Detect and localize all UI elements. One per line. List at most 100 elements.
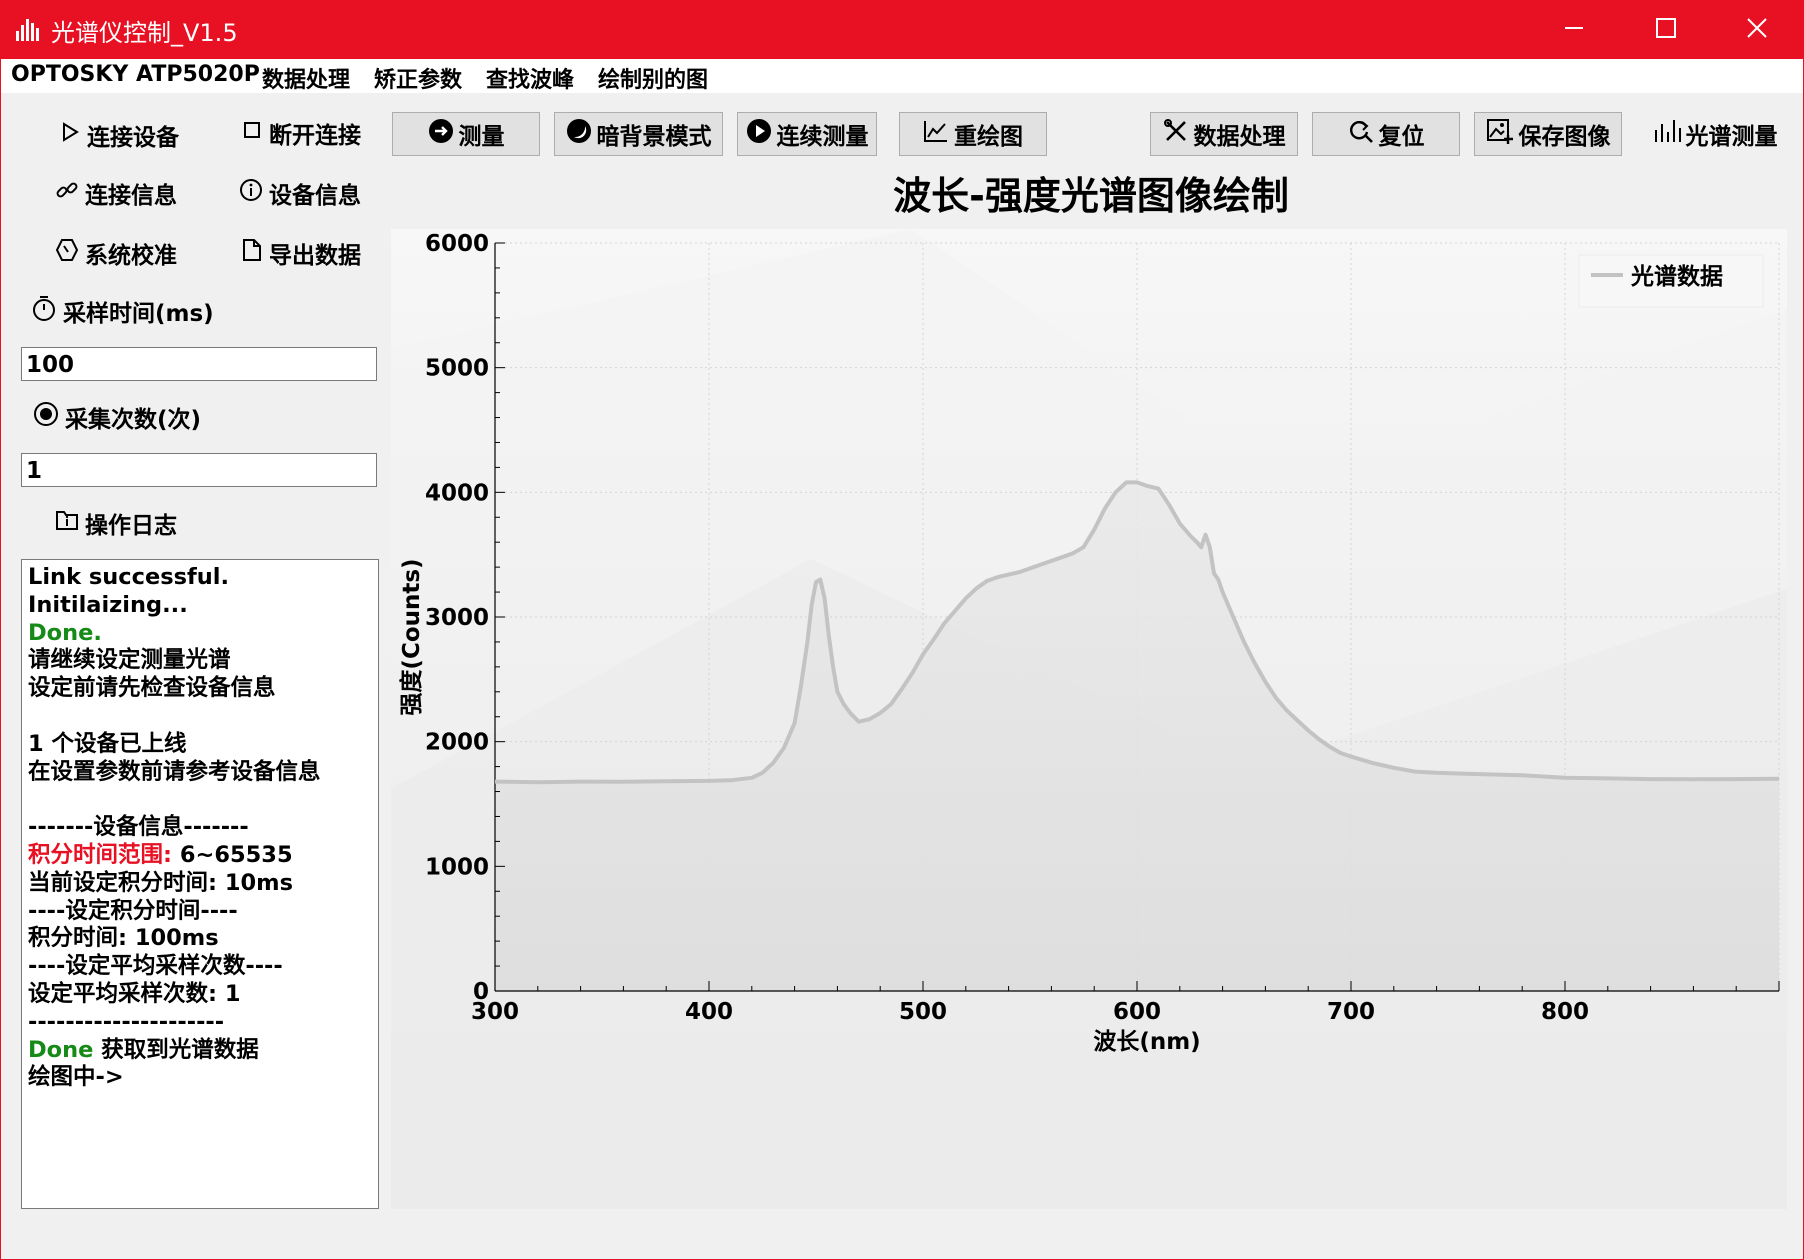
spectrum-chart[interactable]: 300 400 500 600 700 800 0 1000 2000 3000 4000 5000 6… [391, 229, 1787, 1209]
dark-mode-button[interactable]: 暗背景模式 [554, 112, 723, 156]
play-outline-icon [59, 121, 87, 149]
x-tick-label: 800 [1541, 999, 1589, 1025]
operation-log-label: 操作日志 [55, 501, 177, 545]
y-tick-label: 0 [473, 979, 489, 1005]
log-line-text: 当前设定积分时间: 10ms [28, 869, 293, 896]
bars-icon [1653, 118, 1686, 150]
log-line-text: ----设定平均采样次数---- [28, 953, 283, 980]
continuous-measure-label: 连续测量 [776, 124, 869, 150]
redraw-button[interactable]: 重绘图 [899, 112, 1047, 156]
log-line: Link successful. [28, 564, 372, 592]
redraw-label: 重绘图 [954, 124, 1023, 150]
log-line-prefix: 积分时间范围: [28, 841, 172, 868]
document-icon [241, 238, 269, 268]
app-window: 光谱仪控制_V1.5 OPTOSKY ATP5020P 数据处理 矫正参数 查找… [0, 0, 1804, 1260]
y-tick-label: 2000 [425, 730, 489, 756]
close-icon [1746, 17, 1768, 43]
dark-mode-label: 暗背景模式 [596, 124, 712, 150]
maximize-button[interactable] [1620, 1, 1712, 59]
menu-calibration-params[interactable]: 矫正参数 [374, 62, 462, 94]
log-line-text: Link successful. [28, 564, 230, 590]
continuous-measure-button[interactable]: 连续测量 [737, 112, 877, 156]
half-moon-icon [566, 118, 597, 150]
operation-log[interactable]: Link successful. Initilaizing... Done. 请继续设… [21, 559, 379, 1209]
system-calibrate-button[interactable]: 系统校准 [55, 231, 177, 275]
stopwatch-icon [31, 295, 63, 327]
disconnect-button[interactable]: 断开连接 [241, 111, 361, 155]
x-tick-label: 700 [1327, 999, 1375, 1025]
data-process-button[interactable]: 数据处理 [1150, 112, 1298, 156]
window-title: 光谱仪控制_V1.5 [51, 19, 238, 47]
sample-time-input[interactable]: 100 [21, 347, 377, 381]
zoom-reset-icon [1348, 118, 1379, 150]
log-line-prefix: Done [28, 1036, 94, 1063]
y-axis-label: 强度(Counts) [398, 558, 425, 715]
measure-button[interactable]: 测量 [392, 112, 540, 156]
link-info-button[interactable]: 连接信息 [55, 171, 177, 215]
log-line-text: 设定前请先检查设备信息 [28, 675, 276, 702]
log-line: 设定平均采样次数: 1 [28, 981, 372, 1009]
image-add-icon [1486, 118, 1519, 150]
link-icon [55, 178, 85, 208]
spectrum-measure-button[interactable]: 光谱测量 [1635, 112, 1795, 156]
log-line-text: 在设置参数前请参考设备信息 [28, 758, 321, 785]
log-line-text: --------------------- [28, 1008, 225, 1035]
x-tick-label: 500 [899, 999, 947, 1025]
sample-time-text: 采样时间(ms) [63, 301, 214, 327]
log-line: ----设定积分时间---- [28, 898, 372, 926]
device-info-button[interactable]: 设备信息 [239, 171, 361, 215]
menu-draw-other[interactable]: 绘制别的图 [598, 62, 708, 94]
menu-data-process[interactable]: 数据处理 [262, 62, 350, 94]
log-line: 当前设定积分时间: 10ms [28, 870, 372, 898]
export-data-button[interactable]: 导出数据 [241, 231, 361, 275]
y-tick-label: 6000 [425, 231, 489, 257]
log-line-text: Initilaizing... [28, 591, 188, 618]
connect-device-label: 连接设备 [87, 125, 179, 151]
maximize-icon [1655, 17, 1677, 43]
gauge-icon [55, 238, 85, 268]
menu-device[interactable]: OPTOSKY ATP5020P [11, 62, 260, 87]
log-line: ----设定平均采样次数---- [28, 953, 372, 981]
connect-device-button[interactable]: 连接设备 [59, 113, 179, 157]
log-line: 1 个设备已上线 [28, 731, 372, 759]
y-tick-label: 4000 [425, 480, 489, 506]
x-axis-label: 波长(nm) [1093, 1029, 1200, 1055]
system-calibrate-label: 系统校准 [85, 243, 177, 269]
save-image-button[interactable]: 保存图像 [1474, 112, 1622, 156]
measure-label: 测量 [458, 124, 505, 150]
minimize-button[interactable] [1528, 1, 1620, 59]
log-line-text: 请继续设定测量光谱 [28, 647, 231, 674]
x-tick-label: 400 [685, 999, 733, 1025]
reset-label: 复位 [1378, 124, 1425, 150]
info-icon [239, 178, 269, 208]
target-icon [33, 401, 65, 433]
log-line-text: 获取到光谱数据 [93, 1036, 259, 1063]
log-line: 请继续设定测量光谱 [28, 647, 372, 675]
log-line: 绘图中-> [28, 1064, 372, 1092]
menu-find-peaks[interactable]: 查找波峰 [486, 62, 574, 94]
device-info-label: 设备信息 [269, 183, 361, 209]
log-line-text: ----设定积分时间---- [28, 897, 238, 924]
close-button[interactable] [1711, 1, 1803, 59]
play-circle-icon [746, 118, 777, 150]
sample-count-input[interactable]: 1 [21, 453, 377, 487]
sample-count-label: 采集次数(次) [33, 395, 201, 439]
arrow-circle-icon [428, 118, 459, 150]
log-line: Done. [28, 620, 372, 648]
link-info-label: 连接信息 [85, 183, 177, 209]
log-line-text: 积分时间: 100ms [28, 925, 219, 952]
y-tick-label: 5000 [425, 356, 489, 382]
minimize-icon [1563, 17, 1585, 43]
line-chart-icon [923, 119, 954, 149]
log-line-text: -------设备信息------- [28, 814, 249, 841]
log-line-text: Done. [28, 619, 102, 646]
log-line: Initilaizing... [28, 592, 372, 620]
log-line: --------------------- [28, 1009, 372, 1037]
save-image-label: 保存图像 [1518, 124, 1611, 150]
log-line: -------设备信息------- [28, 814, 372, 842]
reset-button[interactable]: 复位 [1312, 112, 1460, 156]
log-line: 积分时间: 100ms [28, 925, 372, 953]
operation-log-text: 操作日志 [85, 513, 177, 539]
